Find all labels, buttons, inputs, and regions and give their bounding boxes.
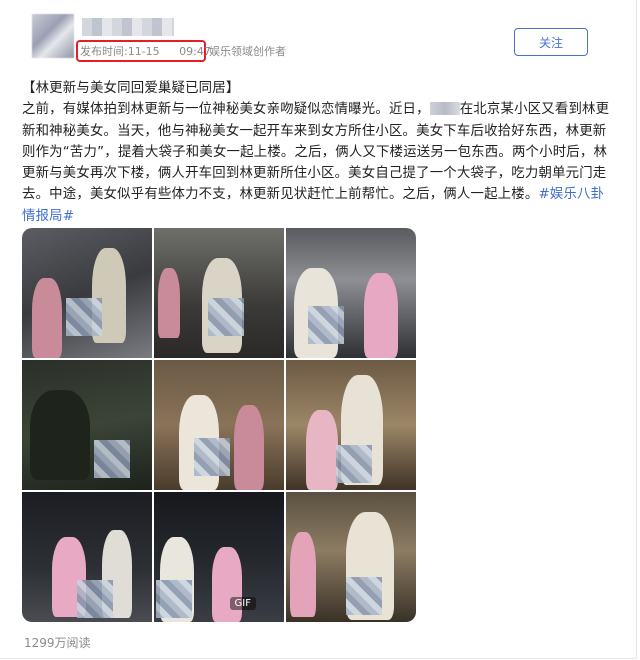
figure-shape [364, 273, 398, 358]
post-title: 【林更新与美女同回爱巢疑已同居】 [22, 81, 240, 96]
photo-7[interactable] [22, 492, 152, 622]
photo-3[interactable] [286, 228, 416, 358]
mosaic-blur [336, 445, 372, 483]
publish-time-value: 09:47 [179, 45, 211, 58]
creator-badge: 娱乐领域创作者 [209, 45, 286, 58]
mosaic-blur [156, 580, 192, 618]
publish-time-label: 发布时间:11-15 [80, 45, 160, 58]
mosaic-blur [308, 306, 344, 344]
mosaic-blur [66, 298, 102, 336]
gif-badge: GIF [229, 597, 256, 610]
mosaic-blur [94, 440, 130, 478]
post-meta: 发布时间:11-15 09:47 [80, 43, 211, 59]
figure-shape [306, 410, 338, 490]
photo-8[interactable]: GIF [154, 492, 284, 622]
mosaic-blur [77, 580, 113, 618]
photo-9[interactable] [286, 492, 416, 622]
figure-shape [212, 547, 242, 622]
post-card: 发布时间:11-15 09:47 娱乐领域创作者 关注 【林更新与美女同回爱巢疑… [0, 0, 637, 659]
photo-grid: GIF [22, 228, 416, 622]
figure-shape [30, 390, 90, 480]
figure-shape [234, 405, 264, 490]
read-count: 1299万阅读 [24, 636, 91, 650]
photo-1[interactable] [22, 228, 152, 358]
post-body-part2: 在北京某小区又看到林更新和神秘美女。当天，他与神秘美女一起开车来到女方所住小区。… [22, 102, 610, 203]
mosaic-blur [208, 298, 244, 336]
avatar[interactable] [32, 14, 74, 58]
mosaic-blur [346, 577, 382, 615]
figure-shape [290, 532, 316, 617]
redacted-name [429, 102, 460, 116]
post-body-part1: 之前，有媒体拍到林更新与一位神秘美女亲吻疑似恋情曝光。近日， [22, 102, 430, 118]
photo-6[interactable] [286, 360, 416, 490]
username-redacted[interactable] [82, 18, 174, 36]
photo-5[interactable] [154, 360, 284, 490]
photo-4[interactable] [22, 360, 152, 490]
mosaic-blur [194, 438, 230, 476]
photo-2[interactable] [154, 228, 284, 358]
figure-shape [32, 278, 62, 358]
post-content: 【林更新与美女同回爱巢疑已同居】 之前，有媒体拍到林更新与一位神秘美女亲吻疑似恋… [22, 78, 616, 227]
figure-shape [158, 268, 180, 338]
follow-button[interactable]: 关注 [514, 28, 588, 56]
